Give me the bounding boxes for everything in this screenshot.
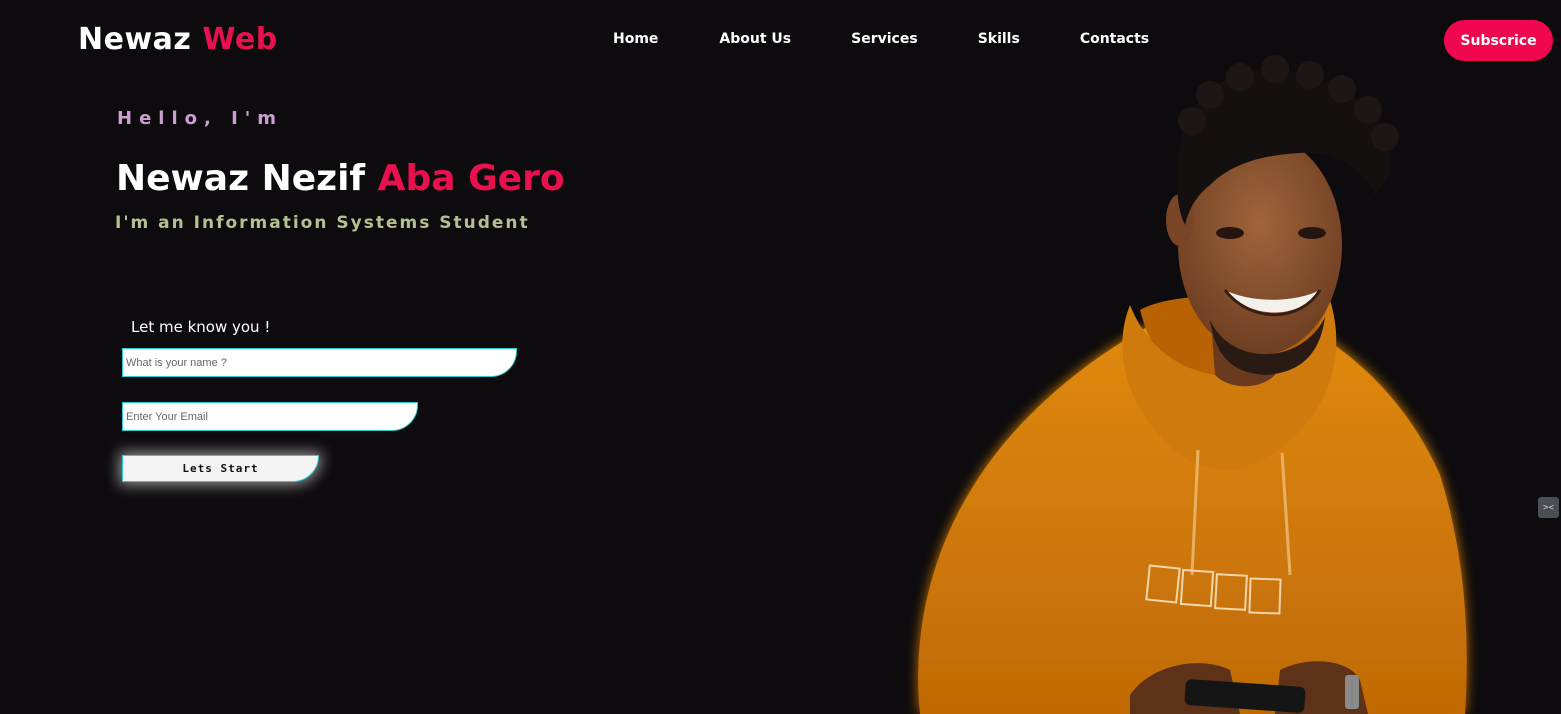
name-input[interactable] (122, 348, 517, 377)
nav-contacts[interactable]: Contacts (1080, 31, 1149, 47)
hero-name-first: Newaz Nezif (116, 158, 366, 199)
greeting-text: Hello, I'm (117, 108, 284, 129)
nav-skills[interactable]: Skills (978, 31, 1020, 47)
logo-text-accent: Web (202, 22, 278, 57)
form-title: Let me know you ! (131, 318, 271, 336)
nav-home[interactable]: Home (613, 31, 658, 47)
hero-name-last: Aba Gero (377, 158, 565, 199)
person-photo (918, 55, 1467, 714)
email-input[interactable] (122, 402, 418, 431)
nav-services[interactable]: Services (851, 31, 918, 47)
logo-text-primary: Newaz (78, 22, 192, 57)
main-nav: Home About Us Services Skills Contacts (613, 31, 1149, 47)
lets-start-button[interactable]: Lets Start (122, 455, 319, 482)
hero-name: Newaz Nezif Aba Gero (116, 158, 565, 199)
side-toggle-icon[interactable]: >< (1538, 497, 1559, 518)
page: Newaz Web Home About Us Services Skills … (0, 0, 1561, 714)
site-logo[interactable]: Newaz Web (78, 22, 278, 57)
hero-role: I'm an Information Systems Student (115, 213, 530, 233)
nav-about-us[interactable]: About Us (719, 31, 791, 47)
